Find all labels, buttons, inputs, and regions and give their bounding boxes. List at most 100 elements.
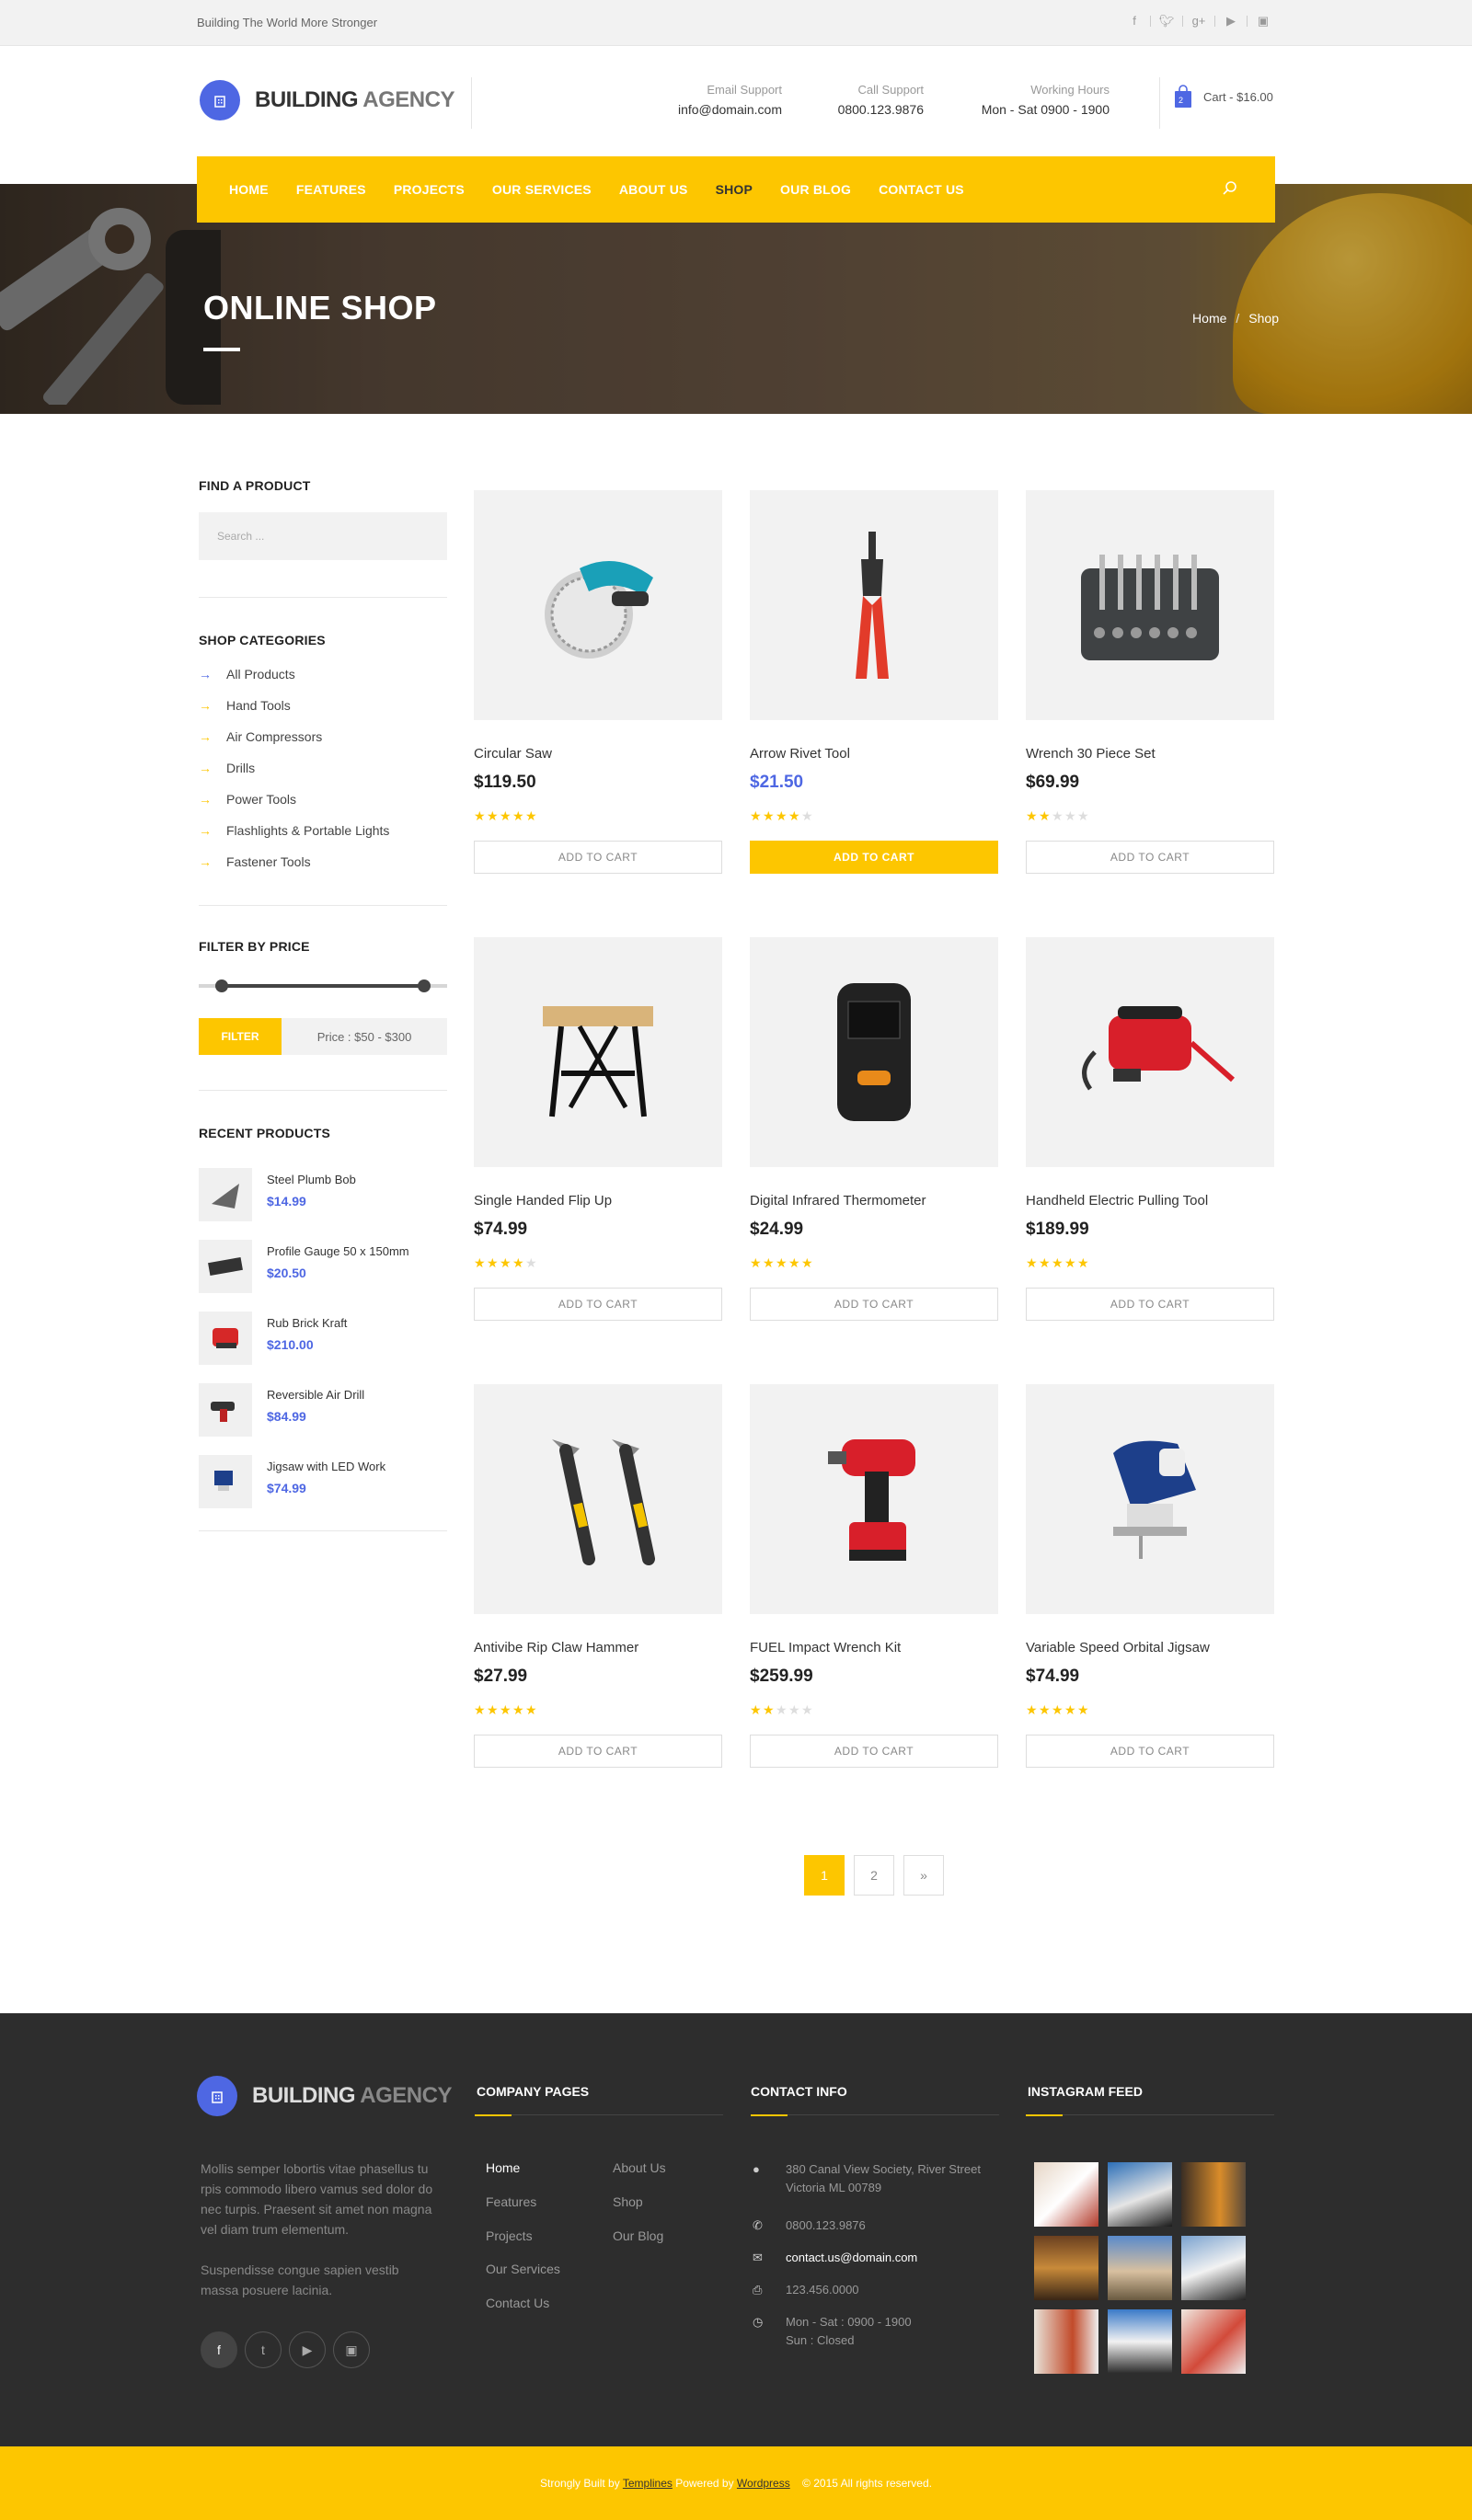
recent-product[interactable]: Reversible Air Drill $84.99 [199,1383,447,1437]
product-name[interactable]: Wrench 30 Piece Set [1026,746,1274,762]
instagram-icon[interactable]: ▣ [333,2331,370,2368]
product-image[interactable] [474,490,722,720]
youtube-icon[interactable]: ▶ [289,2331,326,2368]
page-2-button[interactable]: 2 [854,1855,894,1896]
page-1-button[interactable]: 1 [804,1855,845,1896]
footer-link-projects[interactable]: Projects [486,2228,533,2243]
recent-product[interactable]: Steel Plumb Bob $14.99 [199,1168,447,1221]
wordpress-link[interactable]: Wordpress [737,2477,790,2490]
twitter-icon[interactable]: t [245,2331,282,2368]
recent-product-name[interactable]: Profile Gauge 50 x 150mm [267,1244,409,1258]
category-drills[interactable]: → Drills [199,752,447,784]
recent-product-name[interactable]: Steel Plumb Bob [267,1173,356,1186]
youtube-icon[interactable]: ▶ [1219,12,1243,30]
product-image[interactable] [750,1384,998,1614]
instagram-photo[interactable] [1108,2236,1172,2300]
product-image[interactable] [750,937,998,1167]
email-address[interactable]: contact.us@domain.com [786,2249,917,2267]
call-value[interactable]: 0800.123.9876 [810,102,924,117]
footer-link-home[interactable]: Home [486,2160,520,2175]
add-to-cart-button[interactable]: ADD TO CART [1026,1735,1274,1768]
nav-our-blog[interactable]: OUR BLOG [780,182,851,197]
phone-number[interactable]: 0800.123.9876 [786,2216,866,2235]
add-to-cart-button[interactable]: ADD TO CART [1026,841,1274,874]
instagram-photo[interactable] [1181,2162,1246,2227]
instagram-photo[interactable] [1034,2162,1098,2227]
add-to-cart-button[interactable]: ADD TO CART [474,1288,722,1321]
instagram-photo[interactable] [1181,2309,1246,2374]
price-range-slider[interactable] [199,979,447,992]
product-name[interactable]: Circular Saw [474,746,722,762]
category-all-products[interactable]: → All Products [199,659,447,690]
footer-logo[interactable]: BUILDING AGENCY [197,2076,452,2116]
product-name[interactable]: Handheld Electric Pulling Tool [1026,1193,1274,1208]
nav-projects[interactable]: PROJECTS [394,182,465,197]
product-image[interactable] [474,937,722,1167]
nav-contact-us[interactable]: CONTACT US [879,182,964,197]
category-hand-tools[interactable]: → Hand Tools [199,690,447,721]
instagram-photo[interactable] [1181,2236,1246,2300]
add-to-cart-button[interactable]: ADD TO CART [750,841,998,874]
slider-handle-max[interactable] [418,979,431,992]
logo[interactable]: BUILDING AGENCY [200,80,454,120]
facebook-icon[interactable]: f [201,2331,237,2368]
search-icon[interactable] [1222,180,1238,201]
nav-about-us[interactable]: ABOUT US [619,182,688,197]
nav-shop[interactable]: SHOP [716,182,753,197]
slider-handle-min[interactable] [215,979,228,992]
footer-link-features[interactable]: Features [486,2194,536,2209]
footer-link-shop[interactable]: Shop [613,2194,643,2209]
product-image[interactable] [1026,1384,1274,1614]
product-image[interactable] [474,1384,722,1614]
footer-link-about-us[interactable]: About Us [613,2160,666,2175]
recent-product[interactable]: Rub Brick Kraft $210.00 [199,1312,447,1365]
recent-product[interactable]: Profile Gauge 50 x 150mm $20.50 [199,1240,447,1293]
footer-link-our-services[interactable]: Our Services [486,2262,560,2276]
product-image[interactable] [1026,937,1274,1167]
footer-link-contact-us[interactable]: Contact Us [486,2296,549,2310]
filter-button[interactable]: FILTER [199,1018,282,1055]
add-to-cart-button[interactable]: ADD TO CART [474,1735,722,1768]
add-to-cart-button[interactable]: ADD TO CART [750,1735,998,1768]
add-to-cart-button[interactable]: ADD TO CART [750,1288,998,1321]
category-air-compressors[interactable]: → Air Compressors [199,721,447,752]
email-value[interactable]: info@domain.com [644,102,782,117]
product-price: $189.99 [1026,1220,1089,1239]
category-flashlights[interactable]: → Flashlights & Portable Lights [199,815,447,846]
instagram-photo[interactable] [1108,2162,1172,2227]
templines-link[interactable]: Templines [623,2477,673,2490]
nav-our-services[interactable]: OUR SERVICES [492,182,592,197]
shop-sidebar: FIND A PRODUCT Search ... SHOP CATEGORIE… [199,478,447,1531]
footer-link-our-blog[interactable]: Our Blog [613,2228,663,2243]
category-fastener-tools[interactable]: → Fastener Tools [199,846,447,877]
product-image[interactable] [1026,490,1274,720]
product-name[interactable]: Arrow Rivet Tool [750,746,998,762]
product-image[interactable] [750,490,998,720]
cart[interactable]: 2 Cart - $16.00 [1159,77,1273,129]
instagram-photo[interactable] [1034,2309,1098,2374]
recent-product-name[interactable]: Jigsaw with LED Work [267,1460,385,1473]
product-name[interactable]: Variable Speed Orbital Jigsaw [1026,1640,1274,1655]
recent-product[interactable]: Jigsaw with LED Work $74.99 [199,1455,447,1508]
recent-product-name[interactable]: Rub Brick Kraft [267,1316,347,1330]
product-search-input[interactable]: Search ... [199,512,447,560]
instagram-photo[interactable] [1108,2309,1172,2374]
product-name[interactable]: Single Handed Flip Up [474,1193,722,1208]
next-page-button[interactable]: » [903,1855,944,1896]
product-name[interactable]: Antivibe Rip Claw Hammer [474,1640,722,1655]
recent-product-name[interactable]: Reversible Air Drill [267,1388,364,1402]
nav-features[interactable]: FEATURES [296,182,366,197]
product-name[interactable]: FUEL Impact Wrench Kit [750,1640,998,1655]
nav-home[interactable]: HOME [229,182,269,197]
add-to-cart-button[interactable]: ADD TO CART [1026,1288,1274,1321]
breadcrumb-home[interactable]: Home [1192,311,1226,326]
instagram-icon[interactable]: ▣ [1251,12,1275,30]
facebook-icon[interactable]: f [1122,12,1146,30]
add-to-cart-button[interactable]: ADD TO CART [474,841,722,874]
twitter-icon[interactable]: 🐦︎ [1155,12,1179,30]
instagram-photo[interactable] [1034,2236,1098,2300]
product-name[interactable]: Digital Infrared Thermometer [750,1193,998,1208]
google-plus-icon[interactable]: g+ [1187,12,1211,30]
category-power-tools[interactable]: → Power Tools [199,784,447,815]
star-icon: ★ [788,808,800,823]
